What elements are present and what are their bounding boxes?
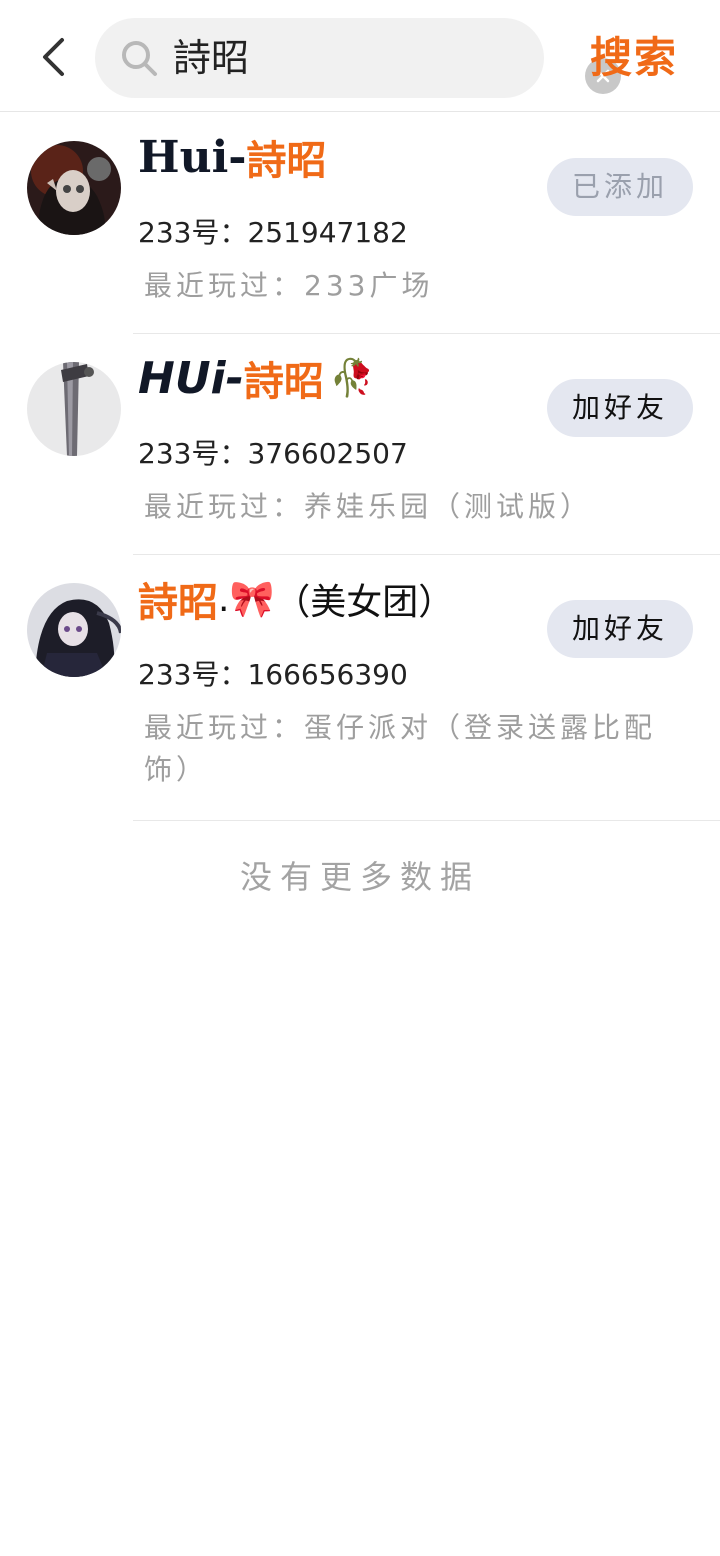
bow-emoji-icon: 🎀 [229, 579, 275, 620]
user-name-latin: Hui- [138, 131, 247, 183]
no-more-data-text: 没有更多数据 [239, 858, 480, 896]
recently-played: 最近玩过：233广场 [144, 269, 434, 302]
avatar[interactable] [27, 583, 121, 677]
avatar[interactable] [27, 362, 121, 456]
search-box[interactable] [95, 18, 621, 98]
search-input[interactable] [173, 32, 473, 84]
user-name-highlight: 詩昭 [138, 580, 218, 626]
avatar[interactable] [27, 141, 121, 235]
add-friend-button[interactable]: 加好友 [547, 600, 693, 658]
recently-played: 最近玩过：蛋仔派对（登录送露比配饰） [144, 711, 657, 786]
user-name-highlight: 詩昭 [243, 359, 324, 405]
user-result-item[interactable]: 詩昭 . 🎀 （美女团） 233号：166656390 最近玩过：蛋仔派对（登录… [0, 555, 720, 820]
user-result-item[interactable]: HUi- 詩昭 🥀 233号：376602507 最近玩过：养娃乐园（测试版） … [0, 334, 720, 554]
add-friend-button[interactable]: 加好友 [547, 379, 693, 437]
user-name: Hui- 詩昭 [138, 127, 327, 187]
user-name-tail: （美女团） [274, 582, 455, 623]
user-id: 233号：251947182 [138, 216, 408, 249]
added-button[interactable]: 已添加 [547, 158, 693, 216]
search-submit-button[interactable]: 搜索 [586, 28, 682, 88]
user-name-suffix: . [218, 578, 230, 620]
user-result-item[interactable]: Hui- 詩昭 233号：251947182 最近玩过：233广场 已添加 [0, 113, 720, 333]
rose-emoji-icon: 🥀 [329, 358, 375, 399]
user-name-latin: HUi- [138, 352, 244, 404]
user-name: 詩昭 . 🎀 （美女团） [138, 569, 454, 629]
search-icon [122, 41, 157, 76]
search-header: 搜索 [0, 0, 720, 112]
divider [133, 820, 720, 821]
chevron-left-icon [43, 38, 64, 76]
user-name-highlight: 詩昭 [246, 138, 327, 184]
recently-played: 最近玩过：养娃乐园（测试版） [144, 490, 593, 523]
user-name: HUi- 詩昭 🥀 [138, 348, 375, 408]
user-id: 233号：166656390 [138, 658, 408, 691]
back-button[interactable] [30, 34, 76, 80]
user-id: 233号：376602507 [138, 437, 408, 470]
